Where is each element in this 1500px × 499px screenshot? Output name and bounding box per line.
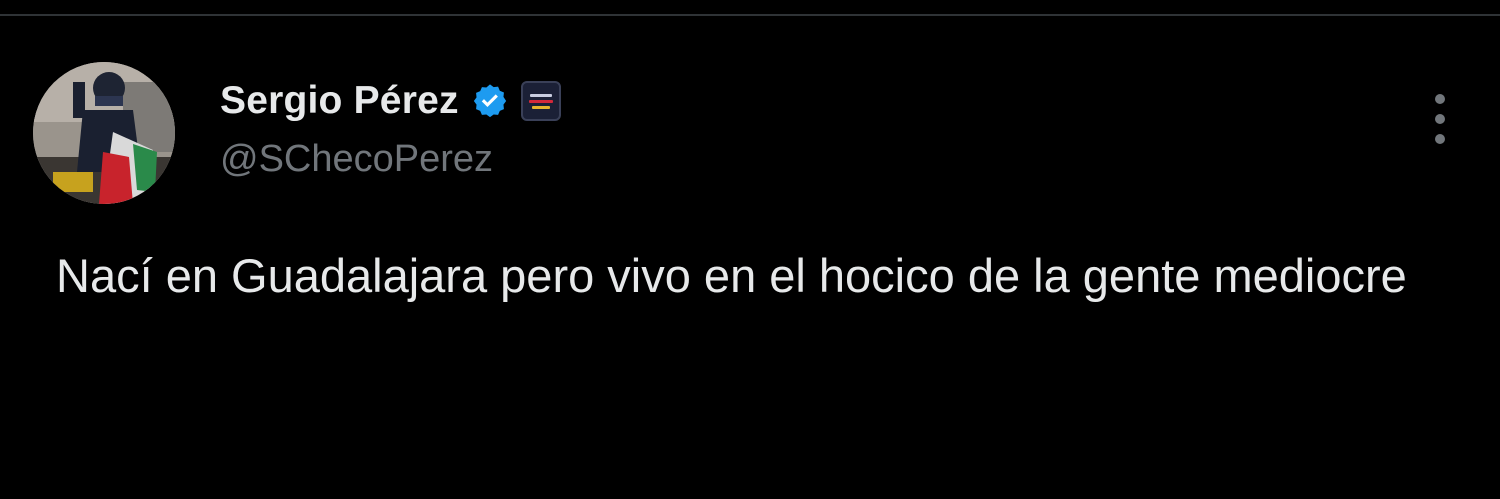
tweet-text: Nací en Guadalajara pero vivo en el hoci… xyxy=(56,249,1407,302)
avatar-photo xyxy=(33,62,175,204)
author-display-name[interactable]: Sergio Pérez xyxy=(220,79,459,123)
avatar[interactable] xyxy=(33,62,175,204)
author-name-row: Sergio Pérez xyxy=(220,78,561,124)
team-affiliate-badge-icon[interactable] xyxy=(520,81,561,121)
verified-badge-icon[interactable] xyxy=(471,82,509,120)
top-divider xyxy=(0,0,1500,16)
more-options-icon[interactable] xyxy=(1428,94,1452,144)
author-handle[interactable]: @SChecoPerez xyxy=(220,138,493,181)
tweet[interactable]: Sergio Pérez @SChecoPerez Nací en Guadal… xyxy=(0,18,1500,499)
